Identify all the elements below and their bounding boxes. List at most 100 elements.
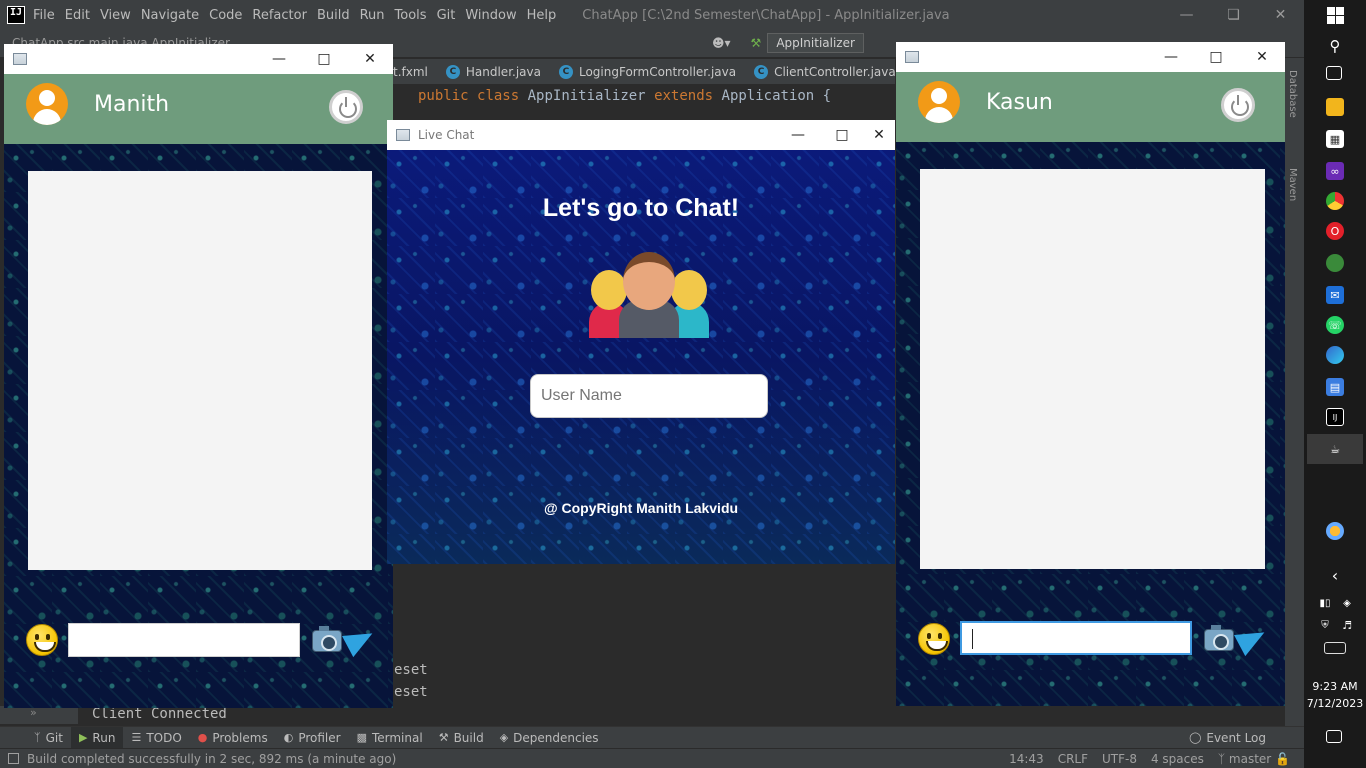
java-app-taskbar-icon[interactable]: ☕: [1307, 434, 1363, 464]
hammer-icon[interactable]: ⚒: [751, 36, 762, 50]
window-titlebar: — □ ✕: [896, 42, 1285, 72]
emoji-button-icon[interactable]: [26, 624, 58, 656]
tool-build[interactable]: ⚒ Build: [431, 727, 492, 749]
camera-button-icon[interactable]: [1204, 625, 1234, 651]
maximize-icon[interactable]: □: [819, 120, 865, 150]
file-explorer-icon[interactable]: [1326, 98, 1344, 116]
security-icon[interactable]: ⛨: [1316, 616, 1334, 634]
whatsapp-icon[interactable]: ☏: [1326, 316, 1344, 334]
maximize-icon[interactable]: □: [1193, 42, 1239, 72]
menu-file[interactable]: File: [33, 8, 55, 23]
volume-icon[interactable]: ♬: [1338, 616, 1356, 634]
line-separator[interactable]: CRLF: [1058, 752, 1088, 766]
copyright-text: @ CopyRight Manith Lakvidu: [543, 500, 739, 516]
minimize-icon[interactable]: —: [1163, 0, 1210, 30]
tool-event-log[interactable]: ◯ Event Log: [1181, 727, 1274, 749]
close-icon[interactable]: ✕: [1239, 42, 1285, 72]
person-head: [671, 270, 707, 310]
tab-loging-form-controller[interactable]: C LogingFormController.java: [558, 64, 736, 79]
menu-refactor[interactable]: Refactor: [252, 8, 307, 23]
text-caret: [972, 629, 973, 649]
terminal-icon: ▩: [356, 731, 367, 744]
tool-label: Event Log: [1206, 730, 1266, 745]
menu-build[interactable]: Build: [317, 8, 350, 23]
tab-client-controller[interactable]: C ClientController.java: [754, 64, 896, 79]
restore-icon[interactable]: ❏: [1210, 0, 1257, 30]
menu-git[interactable]: Git: [437, 8, 456, 23]
git-branch-label: master: [1228, 751, 1272, 766]
message-input[interactable]: [68, 623, 300, 657]
windows-start-icon[interactable]: [1326, 6, 1344, 24]
menu-help[interactable]: Help: [527, 8, 557, 23]
chevron-left-icon[interactable]: ‹: [1326, 566, 1344, 585]
weather-icon[interactable]: [1326, 522, 1344, 540]
menu-edit[interactable]: Edit: [65, 8, 90, 23]
minimize-icon[interactable]: —: [775, 120, 821, 150]
camera-button-icon[interactable]: [312, 626, 342, 652]
client-name: Manith: [94, 92, 170, 117]
menu-tools[interactable]: Tools: [395, 8, 427, 23]
keyboard-icon[interactable]: [1324, 642, 1346, 654]
tool-todo[interactable]: ☰ TODO: [123, 727, 189, 749]
battery-icon[interactable]: ▮▯: [1316, 594, 1334, 612]
chat-header: Manith: [4, 74, 393, 144]
menu-code[interactable]: Code: [209, 8, 242, 23]
tool-window-bar: ᛉ Git ▶ Run ☰ TODO ● Problems ◐ Profiler ▩ Ter…: [0, 726, 1304, 749]
indent-setting[interactable]: 4 spaces: [1151, 752, 1204, 766]
visual-studio-icon[interactable]: ∞: [1326, 162, 1344, 180]
mail-icon[interactable]: ✉: [1326, 286, 1344, 304]
network-icon[interactable]: ◈: [1338, 594, 1356, 612]
menu-window[interactable]: Window: [465, 8, 516, 23]
message-input[interactable]: [960, 621, 1192, 655]
menu-run[interactable]: Run: [360, 8, 385, 23]
intellij-taskbar-icon[interactable]: IJ: [1326, 408, 1344, 426]
status-bar: Build completed successfully in 2 sec, 8…: [0, 748, 1304, 768]
store-icon[interactable]: ▦: [1326, 130, 1344, 148]
maven-tool[interactable]: Maven: [1287, 168, 1298, 201]
minimize-icon[interactable]: —: [1148, 42, 1194, 72]
notifications-icon[interactable]: [1326, 730, 1342, 743]
edge-icon[interactable]: [1326, 346, 1344, 364]
clock-time[interactable]: 9:23 AM: [1304, 680, 1366, 693]
close-icon[interactable]: ✕: [347, 44, 393, 74]
clock-date[interactable]: 7/12/2023: [1304, 697, 1366, 710]
power-button-icon[interactable]: [329, 90, 363, 124]
docs-icon[interactable]: ▤: [1326, 378, 1344, 396]
username-input[interactable]: [530, 374, 768, 418]
chrome-icon[interactable]: [1326, 192, 1344, 210]
close-icon[interactable]: ✕: [864, 120, 894, 150]
message-area[interactable]: [920, 169, 1265, 569]
browser-icon[interactable]: [1326, 254, 1344, 272]
database-tool[interactable]: Database: [1287, 70, 1298, 118]
user-icon[interactable]: ☻▾: [712, 36, 731, 50]
tool-run[interactable]: ▶ Run: [70, 726, 124, 749]
superclass: Application {: [721, 88, 832, 104]
maximize-icon[interactable]: □: [301, 44, 347, 74]
tool-git[interactable]: ᛉ Git: [26, 727, 71, 749]
group-people-icon: [587, 230, 715, 338]
opera-icon[interactable]: O: [1326, 222, 1344, 240]
power-button-icon[interactable]: [1221, 88, 1255, 122]
tool-dependencies[interactable]: ◈ Dependencies: [492, 727, 607, 749]
panel-toggle-icon[interactable]: [8, 753, 19, 764]
menu-navigate[interactable]: Navigate: [141, 8, 199, 23]
menu-view[interactable]: View: [100, 8, 131, 23]
run-configuration-select[interactable]: AppInitializer: [767, 33, 864, 53]
console-line-client-connected: Client Connected: [92, 706, 227, 722]
minimize-icon[interactable]: —: [256, 44, 302, 74]
search-icon[interactable]: ⚲: [1326, 37, 1344, 55]
git-branch[interactable]: ᛉ master 🔓: [1218, 752, 1290, 766]
tool-profiler[interactable]: ◐ Profiler: [276, 727, 349, 749]
tab-fxml[interactable]: t.fxml: [393, 65, 428, 79]
task-view-icon[interactable]: [1326, 66, 1342, 80]
caret-position[interactable]: 14:43: [1009, 752, 1044, 766]
close-icon[interactable]: ✕: [1257, 0, 1304, 30]
tab-handler[interactable]: C Handler.java: [445, 64, 541, 79]
tool-problems[interactable]: ● Problems: [190, 727, 276, 749]
user-avatar-icon: [918, 81, 960, 123]
emoji-button-icon[interactable]: [918, 623, 950, 655]
file-encoding[interactable]: UTF-8: [1102, 752, 1137, 766]
message-area[interactable]: [28, 171, 372, 570]
person-head: [623, 252, 675, 310]
tool-terminal[interactable]: ▩ Terminal: [349, 727, 431, 749]
